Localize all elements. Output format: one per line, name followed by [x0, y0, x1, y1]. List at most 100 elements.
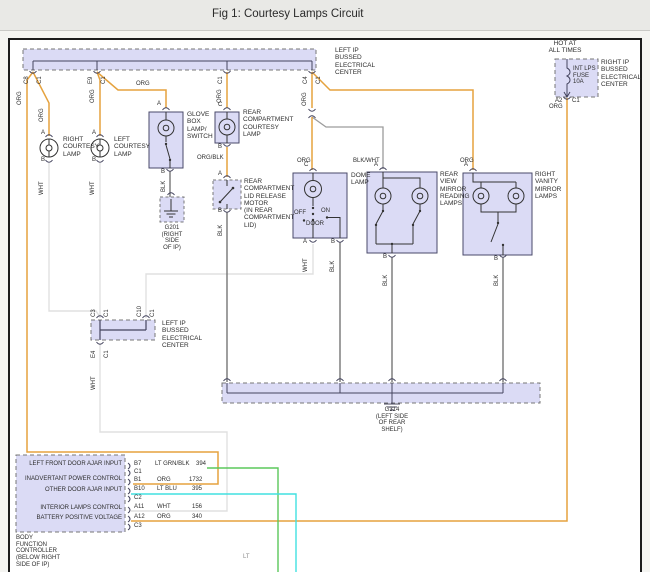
pin-label-a: A: [41, 130, 45, 137]
pin-label-c1: C1: [316, 76, 323, 84]
right-ip-bussed-center-label: RIGHT IP BUSSED ELECTRICAL CENTER: [601, 59, 641, 88]
pin-label-b: B: [383, 254, 387, 261]
pin-label-c10: C10: [137, 306, 144, 317]
rear-compartment-lamp-label: REAR COMPARTMENT COURTESY LAMP: [243, 109, 293, 138]
left-courtesy-lamp-label: LEFT COURTESY LAMP: [114, 136, 150, 158]
pin-label-c1: C1: [104, 350, 111, 358]
wire-label-org: ORG: [217, 89, 224, 103]
bfc-ckt-395: 395: [192, 486, 202, 493]
wire-label-blk: BLK: [494, 275, 501, 286]
wire-ltblu-door-ajar: [131, 494, 296, 572]
pin-label-e4: E4: [91, 351, 98, 358]
pin-label-b: B: [161, 169, 165, 176]
wire-label-org: ORG: [302, 92, 309, 106]
bfc-pin-a12: A12: [134, 514, 145, 521]
lid-release-motor-box: [213, 180, 241, 209]
pin-label-c1: C1: [572, 98, 580, 105]
wire-label-blk: BLK: [218, 225, 225, 236]
wire-label-org: ORG: [17, 91, 24, 105]
wiring-diagram-page: Fig 1: Courtesy Lamps Circuit: [0, 0, 650, 572]
wire-label-org: ORG: [39, 108, 46, 122]
bfc-wire-org: ORG: [157, 477, 171, 484]
wire-label-wht: WHT: [90, 181, 97, 195]
bfc-pin-b7: B7: [134, 461, 141, 468]
right-vanity-mirror-lamps-box: [463, 173, 532, 255]
left-ip-bussed-center-top-box: [23, 49, 316, 70]
bfc-ckt-340: 340: [192, 514, 202, 521]
bfc-fn-other-door-ajar: OTHER DOOR AJAR INPUT: [18, 487, 122, 494]
bfc-pin-b1: B1: [134, 477, 141, 484]
bfc-fn-left-front-door-ajar: LEFT FRONT DOOR AJAR INPUT: [18, 461, 122, 468]
wire-label-wht: WHT: [303, 258, 310, 272]
bfc-ckt-156: 156: [192, 504, 202, 511]
glove-box-lamp-switch-box: [149, 112, 183, 168]
pin-label-a: A: [303, 239, 307, 246]
pin-label-a: A: [464, 162, 468, 169]
pin-label-c: C: [218, 102, 222, 109]
wire-label-wht: WHT: [39, 181, 46, 195]
pin-label-c: C: [304, 162, 308, 169]
rear-compartment-courtesy-lamp-box: [215, 112, 239, 143]
rear-view-mirror-reading-lamps-box: [367, 172, 437, 253]
wire-label-org: ORG: [549, 104, 563, 111]
right-courtesy-lamp-label: RIGHT COURTESY LAMP: [63, 136, 99, 158]
bfc-wire-ltblu: LT BLU: [157, 486, 177, 493]
wire-label-blk: BLK: [161, 181, 168, 192]
pin-label-b: B: [41, 157, 45, 164]
g201-label: G201 (RIGHT SIDE OF IP): [158, 225, 186, 252]
top-bus-label: LEFT IP BUSSED ELECTRICAL CENTER: [335, 47, 375, 76]
dome-lamp-box: [293, 173, 347, 238]
bfc-fn-battery-positive: BATTERY POSITIVE VOLTAGE: [18, 515, 122, 522]
mirror-reading-lamps-label: REAR VIEW MIRROR READING LAMPS: [440, 171, 470, 207]
glove-box-lamp-label: GLOVE BOX LAMP/ SWITCH: [187, 111, 213, 140]
bfc-fn-interior-lamps: INTERIOR LAMPS CONTROL: [18, 505, 122, 512]
hot-at-all-times-label: HOT AT ALL TIMES: [545, 40, 585, 55]
dome-lamp-label: DOME LAMP: [351, 172, 371, 187]
pin-label-b: B: [331, 239, 335, 246]
pin-label-c4: C4: [303, 76, 310, 84]
pin-label-c1: C1: [218, 76, 225, 84]
g201-ground-box: [160, 197, 184, 222]
pin-label-a: A: [218, 171, 222, 178]
bfc-ckt-1732: 1732: [189, 477, 202, 484]
pin-label-c3: C3: [91, 309, 98, 317]
vanity-mirror-lamps-label: RIGHT VANITY MIRROR LAMPS: [535, 171, 561, 200]
dome-switch-off-label: OFF: [294, 210, 306, 217]
pin-label-a: A: [92, 130, 96, 137]
dome-switch-on-label: ON: [321, 208, 330, 215]
pin-label-e9: E9: [88, 77, 95, 84]
cut-off-wire-label: LT: [243, 554, 250, 561]
g314-ground-box: [222, 383, 540, 410]
pin-label-c1: C1: [104, 309, 111, 317]
left-ip-bussed-center-mid-box: [91, 320, 155, 340]
bfc-fn-inadvertant-power: INADVERTANT POWER CONTROL: [18, 476, 122, 483]
pin-label-b: B: [218, 144, 222, 151]
wire-org-circuits: [27, 72, 567, 521]
pin-label-c1: C1: [37, 76, 44, 84]
pin-label-a: A: [157, 101, 161, 108]
pin-label-b: B: [92, 157, 96, 164]
dome-switch-door-label: DOOR: [306, 221, 324, 228]
bfc-label: BODY FUNCTION CONTROLLER (BELOW RIGHT SI…: [16, 535, 60, 569]
g314-label: G314 (LEFT SIDE OF REAR SHELF): [362, 407, 422, 434]
wire-label-org-blk: ORG/BLK: [197, 155, 224, 162]
wire-label-blk: BLK: [383, 275, 390, 286]
pin-label-c1: C1: [150, 309, 157, 317]
wire-label-blk: BLK: [330, 261, 337, 272]
pin-label-a: A: [374, 162, 378, 169]
wire-label-org: ORG: [90, 89, 97, 103]
pin-label-c1: C1: [101, 76, 108, 84]
bfc-wire-org2: ORG: [157, 514, 171, 521]
bfc-conn-c3: C3: [134, 523, 142, 530]
wire-label-wht: WHT: [91, 376, 98, 390]
pin-label-c8: C8: [24, 76, 31, 84]
wire-label-org: ORG: [136, 81, 150, 88]
bfc-conn-c2: C2: [134, 495, 142, 502]
left-ip-bussed-center-mid-label: LEFT IP BUSSED ELECTRICAL CENTER: [162, 320, 202, 349]
pin-label-b: B: [494, 256, 498, 263]
bfc-pin-b10: B10: [134, 486, 145, 493]
int-lps-fuse-label: INT LPS FUSE 10A: [573, 66, 596, 86]
bfc-wire-ltgrnblk: LT GRN/BLK: [155, 461, 189, 468]
pin-label-b: B: [218, 208, 222, 215]
lid-release-motor-label: REAR COMPARTMENT LID RELEASE MOTOR (IN R…: [244, 178, 294, 229]
